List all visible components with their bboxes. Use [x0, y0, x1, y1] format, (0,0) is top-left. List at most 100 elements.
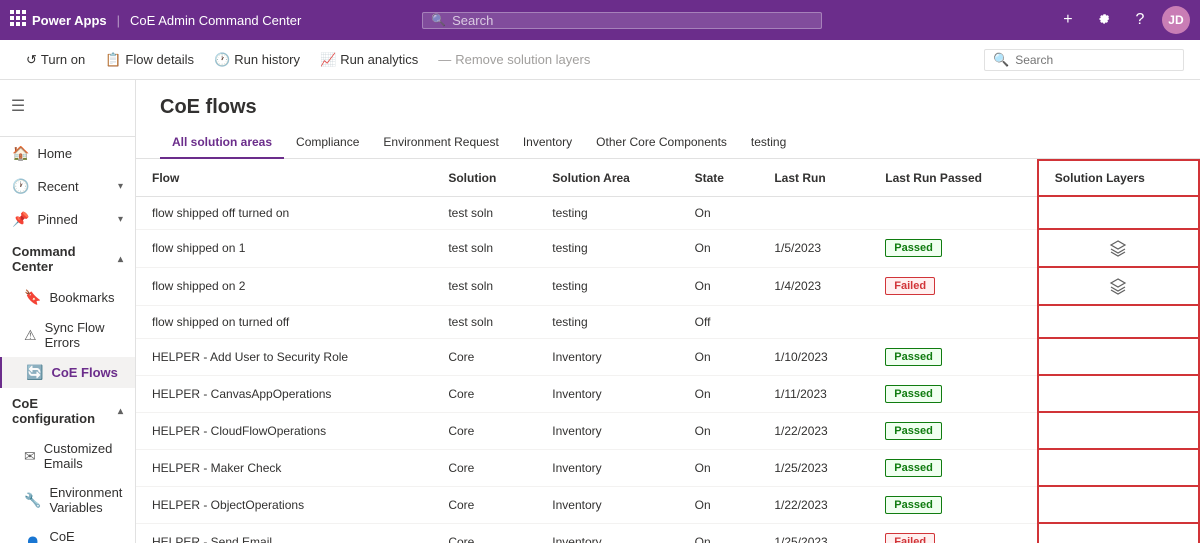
cell-last-run: 1/22/2023: [758, 486, 869, 523]
sync-flow-errors-label: Sync Flow Errors: [45, 320, 123, 350]
cell-solution: Core: [432, 375, 536, 412]
cell-state: On: [679, 523, 759, 543]
cell-state: Off: [679, 305, 759, 338]
tab-environment-request[interactable]: Environment Request: [371, 127, 510, 159]
cell-last-run-passed: Passed: [869, 486, 1038, 523]
cell-solution-area: testing: [536, 196, 678, 229]
tab-compliance[interactable]: Compliance: [284, 127, 371, 159]
sidebar-item-customized-emails[interactable]: ✉ Customized Emails: [0, 434, 135, 478]
sidebar-item-coe-flows[interactable]: 🔄 CoE Flows: [0, 357, 135, 388]
col-header-flow: Flow: [136, 160, 432, 196]
cell-solution: test soln: [432, 305, 536, 338]
table-row[interactable]: HELPER - Send Email Core Inventory On 1/…: [136, 523, 1199, 543]
run-history-label: Run history: [234, 52, 300, 67]
sidebar-item-sync-flow-errors[interactable]: ⚠ Sync Flow Errors: [0, 313, 135, 357]
cell-last-run-passed: Passed: [869, 449, 1038, 486]
recent-icon: 🕐: [12, 178, 29, 195]
cell-last-run: 1/11/2023: [758, 375, 869, 412]
cell-last-run: 1/10/2023: [758, 338, 869, 375]
table-row[interactable]: flow shipped on 1 test soln testing On 1…: [136, 229, 1199, 267]
status-badge: Passed: [885, 385, 942, 403]
tab-other-core-components[interactable]: Other Core Components: [584, 127, 739, 159]
table-row[interactable]: HELPER - CanvasAppOperations Core Invent…: [136, 375, 1199, 412]
pinned-chevron: ▾: [118, 214, 123, 225]
cell-state: On: [679, 267, 759, 305]
cell-solution-area: Inventory: [536, 375, 678, 412]
table-row[interactable]: HELPER - Maker Check Core Inventory On 1…: [136, 449, 1199, 486]
sidebar-item-pinned[interactable]: 📌 Pinned ▾: [0, 203, 135, 236]
content-area: CoE flows All solution areas Compliance …: [136, 80, 1200, 543]
customized-emails-icon: ✉: [24, 448, 36, 465]
remove-solution-layers-label: Remove solution layers: [455, 52, 590, 67]
table-row[interactable]: HELPER - CloudFlowOperations Core Invent…: [136, 412, 1199, 449]
recent-chevron: ▾: [118, 181, 123, 192]
coe-configuration-section[interactable]: CoE configuration ▴: [0, 388, 135, 434]
table-row[interactable]: HELPER - ObjectOperations Core Inventory…: [136, 486, 1199, 523]
sidebar-item-environment-variables[interactable]: 🔧 Environment Variables: [0, 478, 135, 522]
cell-solution-layers: [1038, 523, 1199, 543]
cell-last-run-passed: Failed: [869, 267, 1038, 305]
remove-solution-layers-button[interactable]: — Remove solution layers: [428, 48, 600, 71]
tab-inventory[interactable]: Inventory: [511, 127, 584, 159]
cell-flow: HELPER - CloudFlowOperations: [136, 412, 432, 449]
avatar[interactable]: JD: [1162, 6, 1190, 34]
global-search-bar[interactable]: 🔍: [422, 12, 822, 29]
tab-testing[interactable]: testing: [739, 127, 798, 159]
table-header-row: Flow Solution Solution Area State Last R…: [136, 160, 1199, 196]
cell-last-run-passed: [869, 305, 1038, 338]
sidebar-item-bookmarks[interactable]: 🔖 Bookmarks: [0, 282, 135, 313]
cell-solution: Core: [432, 412, 536, 449]
status-badge: Passed: [885, 459, 942, 477]
home-icon: 🏠: [12, 145, 29, 162]
command-center-section[interactable]: Command Center ▴: [0, 236, 135, 282]
cell-flow: flow shipped on 1: [136, 229, 432, 267]
table-row[interactable]: flow shipped off turned on test soln tes…: [136, 196, 1199, 229]
cell-flow: flow shipped on 2: [136, 267, 432, 305]
table-row[interactable]: flow shipped on 2 test soln testing On 1…: [136, 267, 1199, 305]
cell-last-run-passed: Passed: [869, 375, 1038, 412]
cell-solution-layers: [1038, 305, 1199, 338]
table-search-input[interactable]: [1015, 53, 1175, 67]
add-button[interactable]: +: [1054, 6, 1082, 34]
coe-flows-icon: 🔄: [26, 364, 43, 381]
cell-solution-area: Inventory: [536, 486, 678, 523]
tab-all-solution-areas[interactable]: All solution areas: [160, 127, 284, 159]
coe-configuration-label: CoE configuration: [12, 396, 110, 426]
cell-state: On: [679, 449, 759, 486]
run-history-button[interactable]: 🕐 Run history: [204, 48, 310, 72]
turn-on-icon: ↺: [26, 52, 37, 68]
home-label: Home: [37, 146, 72, 161]
help-button[interactable]: ?: [1126, 6, 1154, 34]
table-search-bar[interactable]: 🔍: [984, 49, 1184, 71]
run-analytics-button[interactable]: 📈 Run analytics: [310, 48, 428, 72]
app-name: Power Apps: [32, 13, 107, 28]
coe-configuration-chevron: ▴: [118, 406, 123, 417]
table-row[interactable]: HELPER - Add User to Security Role Core …: [136, 338, 1199, 375]
cell-state: On: [679, 196, 759, 229]
table-row[interactable]: flow shipped on turned off test soln tes…: [136, 305, 1199, 338]
global-search-input[interactable]: [452, 13, 813, 28]
sidebar-item-home[interactable]: 🏠 Home: [0, 137, 135, 170]
menu-icon[interactable]: ☰: [0, 88, 36, 124]
app-context: CoE Admin Command Center: [130, 13, 301, 28]
col-header-last-run-passed: Last Run Passed: [869, 160, 1038, 196]
cell-solution-area: Inventory: [536, 338, 678, 375]
pinned-icon: 📌: [12, 211, 29, 228]
page-title: CoE flows: [136, 80, 1200, 127]
cell-flow: HELPER - Maker Check: [136, 449, 432, 486]
sidebar-item-coe-support[interactable]: 👤 CoE Support: [0, 522, 135, 543]
turn-on-button[interactable]: ↺ Turn on: [16, 48, 95, 72]
sidebar-item-recent[interactable]: 🕐 Recent ▾: [0, 170, 135, 203]
cell-last-run: 1/25/2023: [758, 523, 869, 543]
flow-details-button[interactable]: 📋 Flow details: [95, 48, 204, 72]
cell-flow: flow shipped on turned off: [136, 305, 432, 338]
sidebar: ☰ 🏠 Home 🕐 Recent ▾ 📌 Pinned ▾ Command C…: [0, 80, 136, 543]
app-logo: Power Apps | CoE Admin Command Center: [10, 10, 301, 31]
cell-solution-layers: [1038, 375, 1199, 412]
run-history-icon: 🕐: [214, 52, 230, 68]
cell-last-run-passed: Passed: [869, 338, 1038, 375]
settings-button[interactable]: [1090, 6, 1118, 34]
cell-solution-layers: [1038, 196, 1199, 229]
bookmarks-icon: 🔖: [24, 289, 41, 306]
status-badge: Passed: [885, 239, 942, 257]
